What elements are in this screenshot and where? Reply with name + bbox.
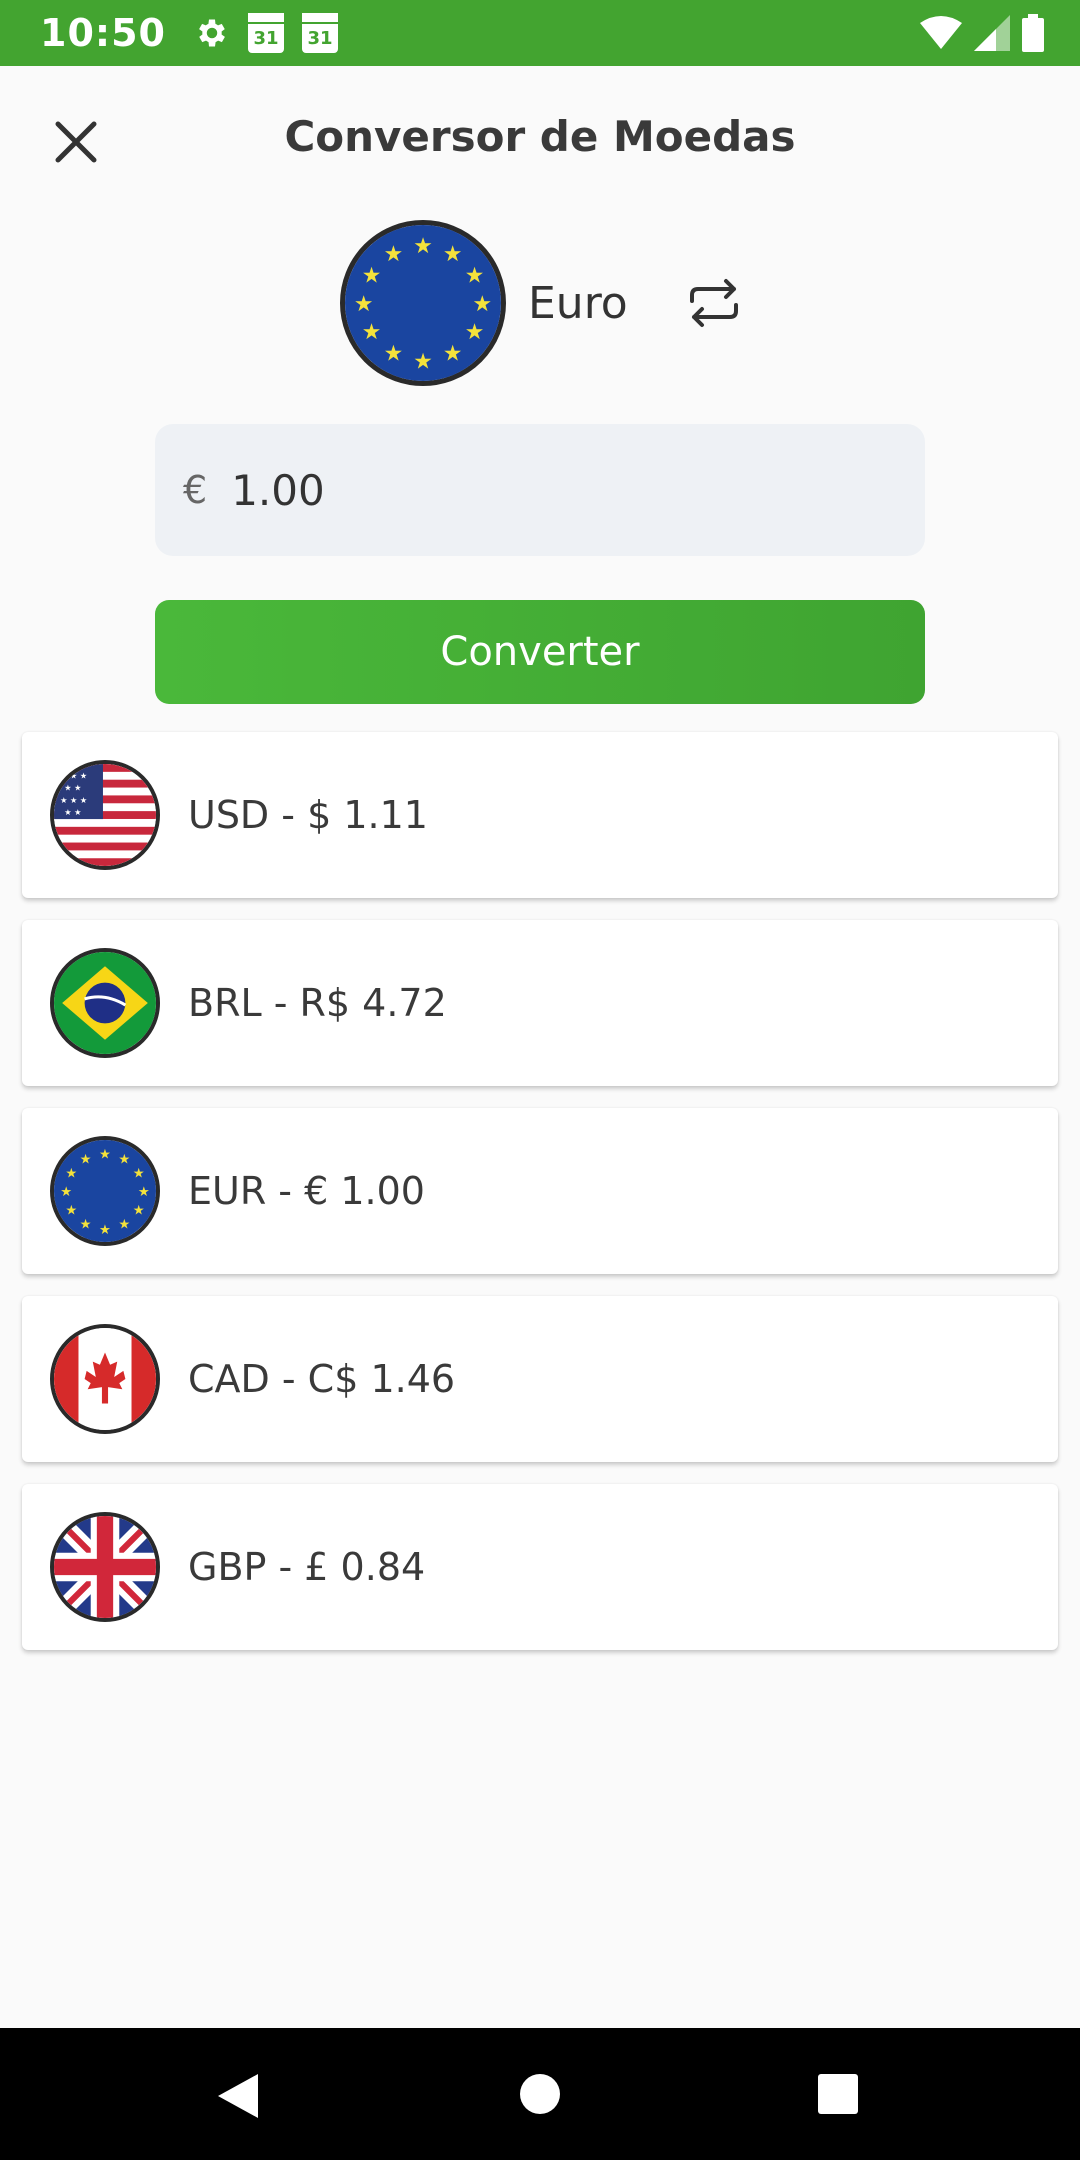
wifi-icon xyxy=(920,16,962,49)
status-bar: 10:50 31 31 xyxy=(0,0,1080,66)
calendar-icon: 31 xyxy=(247,13,284,53)
status-notification-icons: 31 31 xyxy=(194,13,338,53)
svg-text:★ ★ ★: ★ ★ ★ xyxy=(60,770,87,780)
svg-text:★: ★ xyxy=(60,1185,72,1200)
swap-icon[interactable] xyxy=(682,271,746,335)
calendar-day: 31 xyxy=(253,28,279,49)
navigation-bar xyxy=(0,2028,1080,2160)
svg-text:★: ★ xyxy=(354,292,374,317)
list-item-gbp[interactable]: GBP - £ 0.84 xyxy=(22,1484,1058,1650)
gear-icon xyxy=(199,19,225,47)
signal-icon xyxy=(974,15,1010,51)
svg-text:★: ★ xyxy=(118,1218,130,1233)
list-item-brl[interactable]: BRL - R$ 4.72 xyxy=(22,920,1058,1086)
svg-text:★: ★ xyxy=(384,242,404,267)
svg-text:★: ★ xyxy=(362,320,382,345)
result-label: GBP - £ 0.84 xyxy=(188,1545,426,1589)
svg-text:★: ★ xyxy=(133,1167,145,1182)
amount-field[interactable]: € xyxy=(155,424,925,556)
us-flag-icon: ★ ★ ★ ★ ★ ★ ★ ★ ★ ★ xyxy=(50,760,160,870)
svg-text:★: ★ xyxy=(443,342,463,367)
eu-flag-icon: ★ ★ ★ ★ ★ ★ ★ ★ ★ ★ ★ ★ xyxy=(50,1136,160,1246)
battery-icon xyxy=(1022,14,1044,52)
result-label: BRL - R$ 4.72 xyxy=(188,981,447,1025)
currency-name: Euro xyxy=(528,277,628,329)
ca-flag-icon xyxy=(50,1324,160,1434)
svg-text:★: ★ xyxy=(99,1147,111,1162)
result-label: USD - $ 1.11 xyxy=(188,793,428,837)
svg-text:★: ★ xyxy=(80,1152,92,1167)
svg-text:★: ★ xyxy=(443,242,463,267)
svg-text:★ ★: ★ ★ xyxy=(64,783,81,793)
br-flag-icon xyxy=(50,948,160,1058)
svg-text:★: ★ xyxy=(80,1218,92,1233)
eu-flag-icon: ★ ★ ★ ★ ★ ★ ★ ★ ★ ★ ★ ★ xyxy=(340,220,506,386)
result-label: EUR - € 1.00 xyxy=(188,1169,425,1213)
svg-text:★ ★: ★ ★ xyxy=(64,807,81,817)
svg-text:★: ★ xyxy=(384,342,404,367)
currency-selector[interactable]: ★ ★ ★ ★ ★ ★ ★ ★ ★ ★ ★ ★ Euro xyxy=(340,220,746,386)
recent-apps-icon[interactable] xyxy=(818,2074,858,2114)
svg-text:★: ★ xyxy=(65,1203,77,1218)
calendar-day: 31 xyxy=(307,28,333,49)
currency-symbol: € xyxy=(183,468,208,512)
svg-text:★: ★ xyxy=(472,292,492,317)
svg-text:★: ★ xyxy=(133,1203,145,1218)
convert-button[interactable]: Converter xyxy=(155,600,925,704)
svg-text:★: ★ xyxy=(465,264,485,289)
calendar-icon: 31 xyxy=(301,13,338,53)
list-item-cad[interactable]: CAD - C$ 1.46 xyxy=(22,1296,1058,1462)
home-icon[interactable] xyxy=(520,2074,560,2114)
list-item-usd[interactable]: ★ ★ ★ ★ ★ ★ ★ ★ ★ ★ USD - $ 1.11 xyxy=(22,732,1058,898)
back-icon[interactable] xyxy=(216,2072,260,2120)
amount-input[interactable] xyxy=(229,464,884,516)
gb-flag-icon xyxy=(50,1512,160,1622)
svg-text:★: ★ xyxy=(99,1223,111,1238)
result-label: CAD - C$ 1.46 xyxy=(188,1357,456,1401)
svg-text:★: ★ xyxy=(138,1185,150,1200)
status-time: 10:50 xyxy=(40,11,166,55)
page-title: Conversor de Moedas xyxy=(284,112,796,161)
results-list: ★ ★ ★ ★ ★ ★ ★ ★ ★ ★ USD - $ 1.11 BRL - R$ … xyxy=(22,732,1058,1672)
svg-text:★: ★ xyxy=(413,350,433,375)
svg-text:★: ★ xyxy=(413,234,433,259)
svg-text:★ ★ ★: ★ ★ ★ xyxy=(60,795,87,805)
svg-text:★: ★ xyxy=(362,264,382,289)
svg-text:★: ★ xyxy=(65,1167,77,1182)
status-system-icons xyxy=(920,14,1044,52)
svg-text:★: ★ xyxy=(118,1152,130,1167)
svg-text:★: ★ xyxy=(465,320,485,345)
list-item-eur[interactable]: ★ ★ ★ ★ ★ ★ ★ ★ ★ ★ ★ ★ EUR - € 1.00 xyxy=(22,1108,1058,1274)
